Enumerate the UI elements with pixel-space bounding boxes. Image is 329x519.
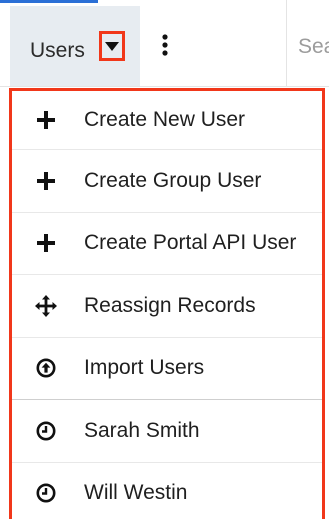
menu-item-create-new-user[interactable]: Create New User: [12, 91, 322, 150]
menu-item-import-users[interactable]: Import Users: [12, 338, 322, 400]
menu-item-create-group-user[interactable]: Create Group User: [12, 150, 322, 213]
menu-item-label: Sarah Smith: [84, 418, 200, 442]
menu-item-label: Will Westin: [84, 481, 188, 505]
page: Users Create New: [0, 0, 329, 519]
clock-icon: [32, 479, 60, 507]
navbar-divider: [286, 0, 287, 86]
more-options-button[interactable]: [150, 33, 180, 61]
global-search-input[interactable]: [298, 33, 329, 61]
menu-item-create-portal-api-user[interactable]: Create Portal API User: [12, 213, 322, 275]
recent-item-will-westin[interactable]: Will Westin: [12, 463, 322, 519]
users-module-dropdown: Create New User Create Group User Create…: [9, 88, 325, 519]
menu-list: Create New User Create Group User Create…: [12, 91, 322, 519]
module-menu-toggle-button[interactable]: [99, 31, 125, 61]
menu-item-label: Reassign Records: [84, 293, 256, 317]
plus-icon: [32, 106, 60, 134]
kebab-icon: [162, 33, 168, 61]
move-arrows-icon: [32, 292, 60, 320]
upload-circle-icon: [32, 354, 60, 382]
menu-item-reassign-records[interactable]: Reassign Records: [12, 275, 322, 338]
menu-item-label: Create Group User: [84, 168, 262, 192]
menu-item-label: Create New User: [84, 108, 246, 131]
navbar: Users: [0, 0, 329, 87]
caret-down-icon: [105, 41, 119, 51]
active-tab-indicator: [0, 0, 98, 3]
clock-icon: [32, 417, 60, 445]
plus-icon: [32, 229, 60, 257]
plus-icon: [32, 167, 60, 195]
menu-item-label: Import Users: [84, 356, 205, 380]
menu-item-label: Create Portal API User: [84, 231, 297, 255]
recent-item-sarah-smith[interactable]: Sarah Smith: [12, 400, 322, 463]
module-label[interactable]: Users: [30, 39, 85, 63]
